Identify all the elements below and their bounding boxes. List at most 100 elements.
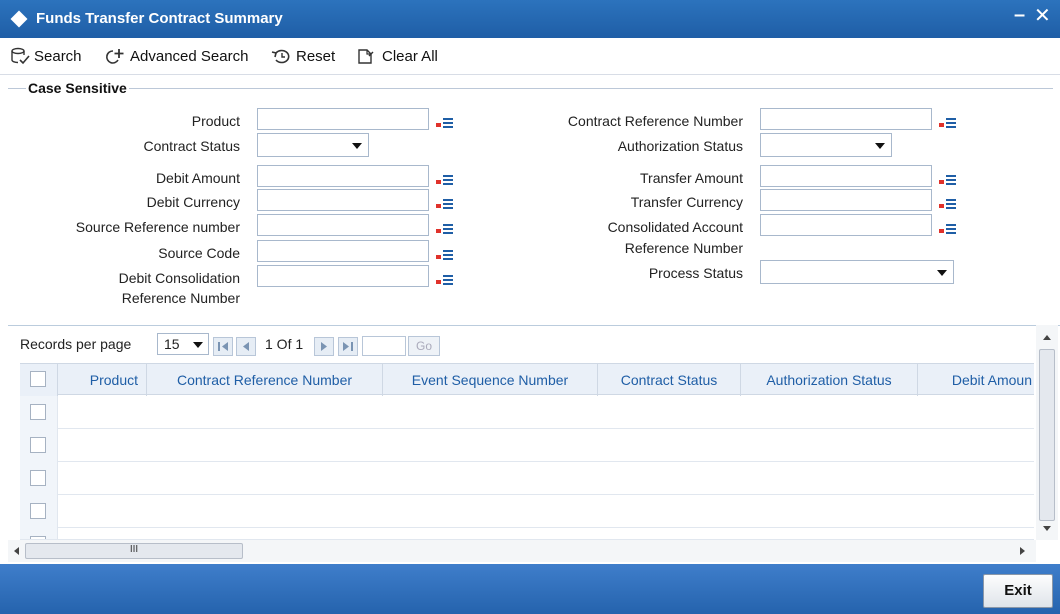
column-header-contract-status[interactable]: Contract Status	[598, 364, 741, 396]
transfer-currency-input[interactable]	[760, 189, 932, 211]
advanced-search-icon	[106, 49, 124, 64]
select-all-checkbox[interactable]	[30, 371, 46, 387]
scroll-up-icon[interactable]	[1043, 335, 1051, 340]
contract-reference-number-label: Contract Reference Number	[567, 113, 743, 129]
source-code-label: Source Code	[158, 245, 240, 261]
row-check-cell	[20, 396, 58, 429]
debit-currency-input[interactable]	[257, 189, 429, 211]
row-checkbox[interactable]	[30, 404, 46, 420]
vertical-scroll-thumb[interactable]	[1039, 349, 1055, 521]
debit-consolidation-lov-icon[interactable]	[432, 268, 456, 288]
row-check-cell	[20, 495, 58, 528]
search-label: Search	[34, 47, 82, 65]
column-header-product[interactable]: Product	[58, 364, 147, 396]
contract-reference-lov-icon[interactable]	[935, 111, 959, 131]
source-reference-number-input[interactable]	[257, 214, 429, 236]
title-bar: Funds Transfer Contract Summary – ✕	[0, 0, 1060, 38]
process-status-select[interactable]	[760, 260, 954, 284]
exit-button[interactable]: Exit	[983, 574, 1053, 608]
scroll-right-icon[interactable]	[1020, 547, 1025, 555]
debit-amount-input[interactable]	[257, 165, 429, 187]
contract-status-select[interactable]	[257, 133, 369, 157]
column-header-event-sequence-number[interactable]: Event Sequence Number	[383, 364, 598, 396]
transfer-amount-input[interactable]	[760, 165, 932, 187]
page-indicator: 1 Of 1	[265, 336, 304, 352]
transfer-amount-lov-icon[interactable]	[935, 168, 959, 188]
grid-header: Product Contract Reference Number Event …	[20, 363, 1034, 396]
clear-all-icon	[358, 49, 374, 64]
minimize-icon[interactable]: –	[1014, 4, 1025, 27]
row-checkbox[interactable]	[30, 437, 46, 453]
authorization-status-select[interactable]	[760, 133, 892, 157]
row-check-cell	[20, 462, 58, 495]
scroll-down-icon[interactable]	[1043, 526, 1051, 531]
previous-page-icon[interactable]	[236, 337, 256, 356]
window-title: Funds Transfer Contract Summary	[36, 10, 283, 27]
debit-amount-label: Debit Amount	[155, 170, 240, 186]
source-reference-number-label: Source Reference number	[75, 219, 240, 235]
advanced-search-label: Advanced Search	[130, 47, 249, 65]
debit-currency-lov-icon[interactable]	[432, 192, 456, 212]
records-per-page-value: 15	[164, 336, 180, 352]
reset-icon	[271, 49, 290, 64]
records-per-page-label: Records per page	[20, 336, 132, 352]
column-header-contract-reference-number[interactable]: Contract Reference Number	[147, 364, 383, 396]
row-check-cell	[20, 528, 58, 539]
debit-consolidation-label-line1: Debit Consolidation	[118, 270, 240, 286]
chevron-down-icon	[352, 143, 362, 149]
footer-bar	[0, 564, 1060, 614]
contract-reference-number-input[interactable]	[760, 108, 932, 130]
table-row	[20, 495, 1034, 528]
next-page-icon[interactable]	[314, 337, 334, 356]
product-input[interactable]	[257, 108, 429, 130]
column-header-debit-amount[interactable]: Debit Amoun	[918, 364, 1034, 396]
clear-all-label: Clear All	[382, 47, 438, 65]
scroll-left-icon[interactable]	[14, 547, 19, 555]
process-status-label: Process Status	[648, 265, 743, 281]
source-reference-lov-icon[interactable]	[432, 217, 456, 237]
vertical-scrollbar[interactable]	[1036, 325, 1058, 540]
go-button[interactable]: Go	[408, 336, 440, 356]
consolidated-account-label-line2: Reference Number	[624, 240, 743, 256]
chevron-down-icon	[937, 270, 947, 276]
product-label: Product	[191, 113, 240, 129]
row-checkbox[interactable]	[30, 470, 46, 486]
consolidated-account-reference-input[interactable]	[760, 214, 932, 236]
source-code-lov-icon[interactable]	[432, 243, 456, 263]
page-number-input[interactable]	[362, 336, 406, 356]
debit-consolidation-label-line2: Reference Number	[121, 290, 240, 306]
reset-label: Reset	[296, 47, 336, 65]
window-diamond-icon	[10, 10, 28, 28]
case-sensitive-legend: Case Sensitive	[26, 80, 129, 96]
select-all-cell	[20, 364, 58, 396]
consolidated-account-lov-icon[interactable]	[935, 217, 959, 237]
toolbar-divider	[0, 74, 1060, 75]
authorization-status-label: Authorization Status	[617, 138, 743, 154]
search-icon	[11, 47, 30, 65]
row-checkbox[interactable]	[30, 503, 46, 519]
advanced-search-button[interactable]: Advanced Search	[104, 46, 248, 66]
records-per-page-select[interactable]: 15	[157, 333, 209, 355]
last-page-icon[interactable]	[338, 337, 358, 356]
search-button[interactable]: Search	[10, 46, 82, 66]
product-lov-icon[interactable]	[432, 111, 456, 131]
toolbar: Search Advanced Search Reset Clear All	[0, 38, 1060, 74]
row-check-cell	[20, 429, 58, 462]
horizontal-scroll-thumb[interactable]: III	[25, 543, 243, 559]
chevron-down-icon	[193, 342, 203, 348]
clear-all-button[interactable]: Clear All	[356, 46, 438, 66]
table-row	[20, 528, 1034, 540]
first-page-icon[interactable]	[213, 337, 233, 356]
reset-button[interactable]: Reset	[270, 46, 335, 66]
source-code-input[interactable]	[257, 240, 429, 262]
column-header-authorization-status[interactable]: Authorization Status	[741, 364, 918, 396]
close-icon[interactable]: ✕	[1034, 3, 1051, 28]
debit-amount-lov-icon[interactable]	[432, 168, 456, 188]
transfer-currency-lov-icon[interactable]	[935, 192, 959, 212]
contract-status-label: Contract Status	[143, 138, 241, 154]
consolidated-account-label-line1: Consolidated Account	[607, 219, 743, 235]
transfer-amount-label: Transfer Amount	[640, 170, 743, 186]
debit-consolidation-reference-input[interactable]	[257, 265, 429, 287]
table-row	[20, 429, 1034, 462]
horizontal-scrollbar[interactable]: III	[8, 540, 1036, 562]
